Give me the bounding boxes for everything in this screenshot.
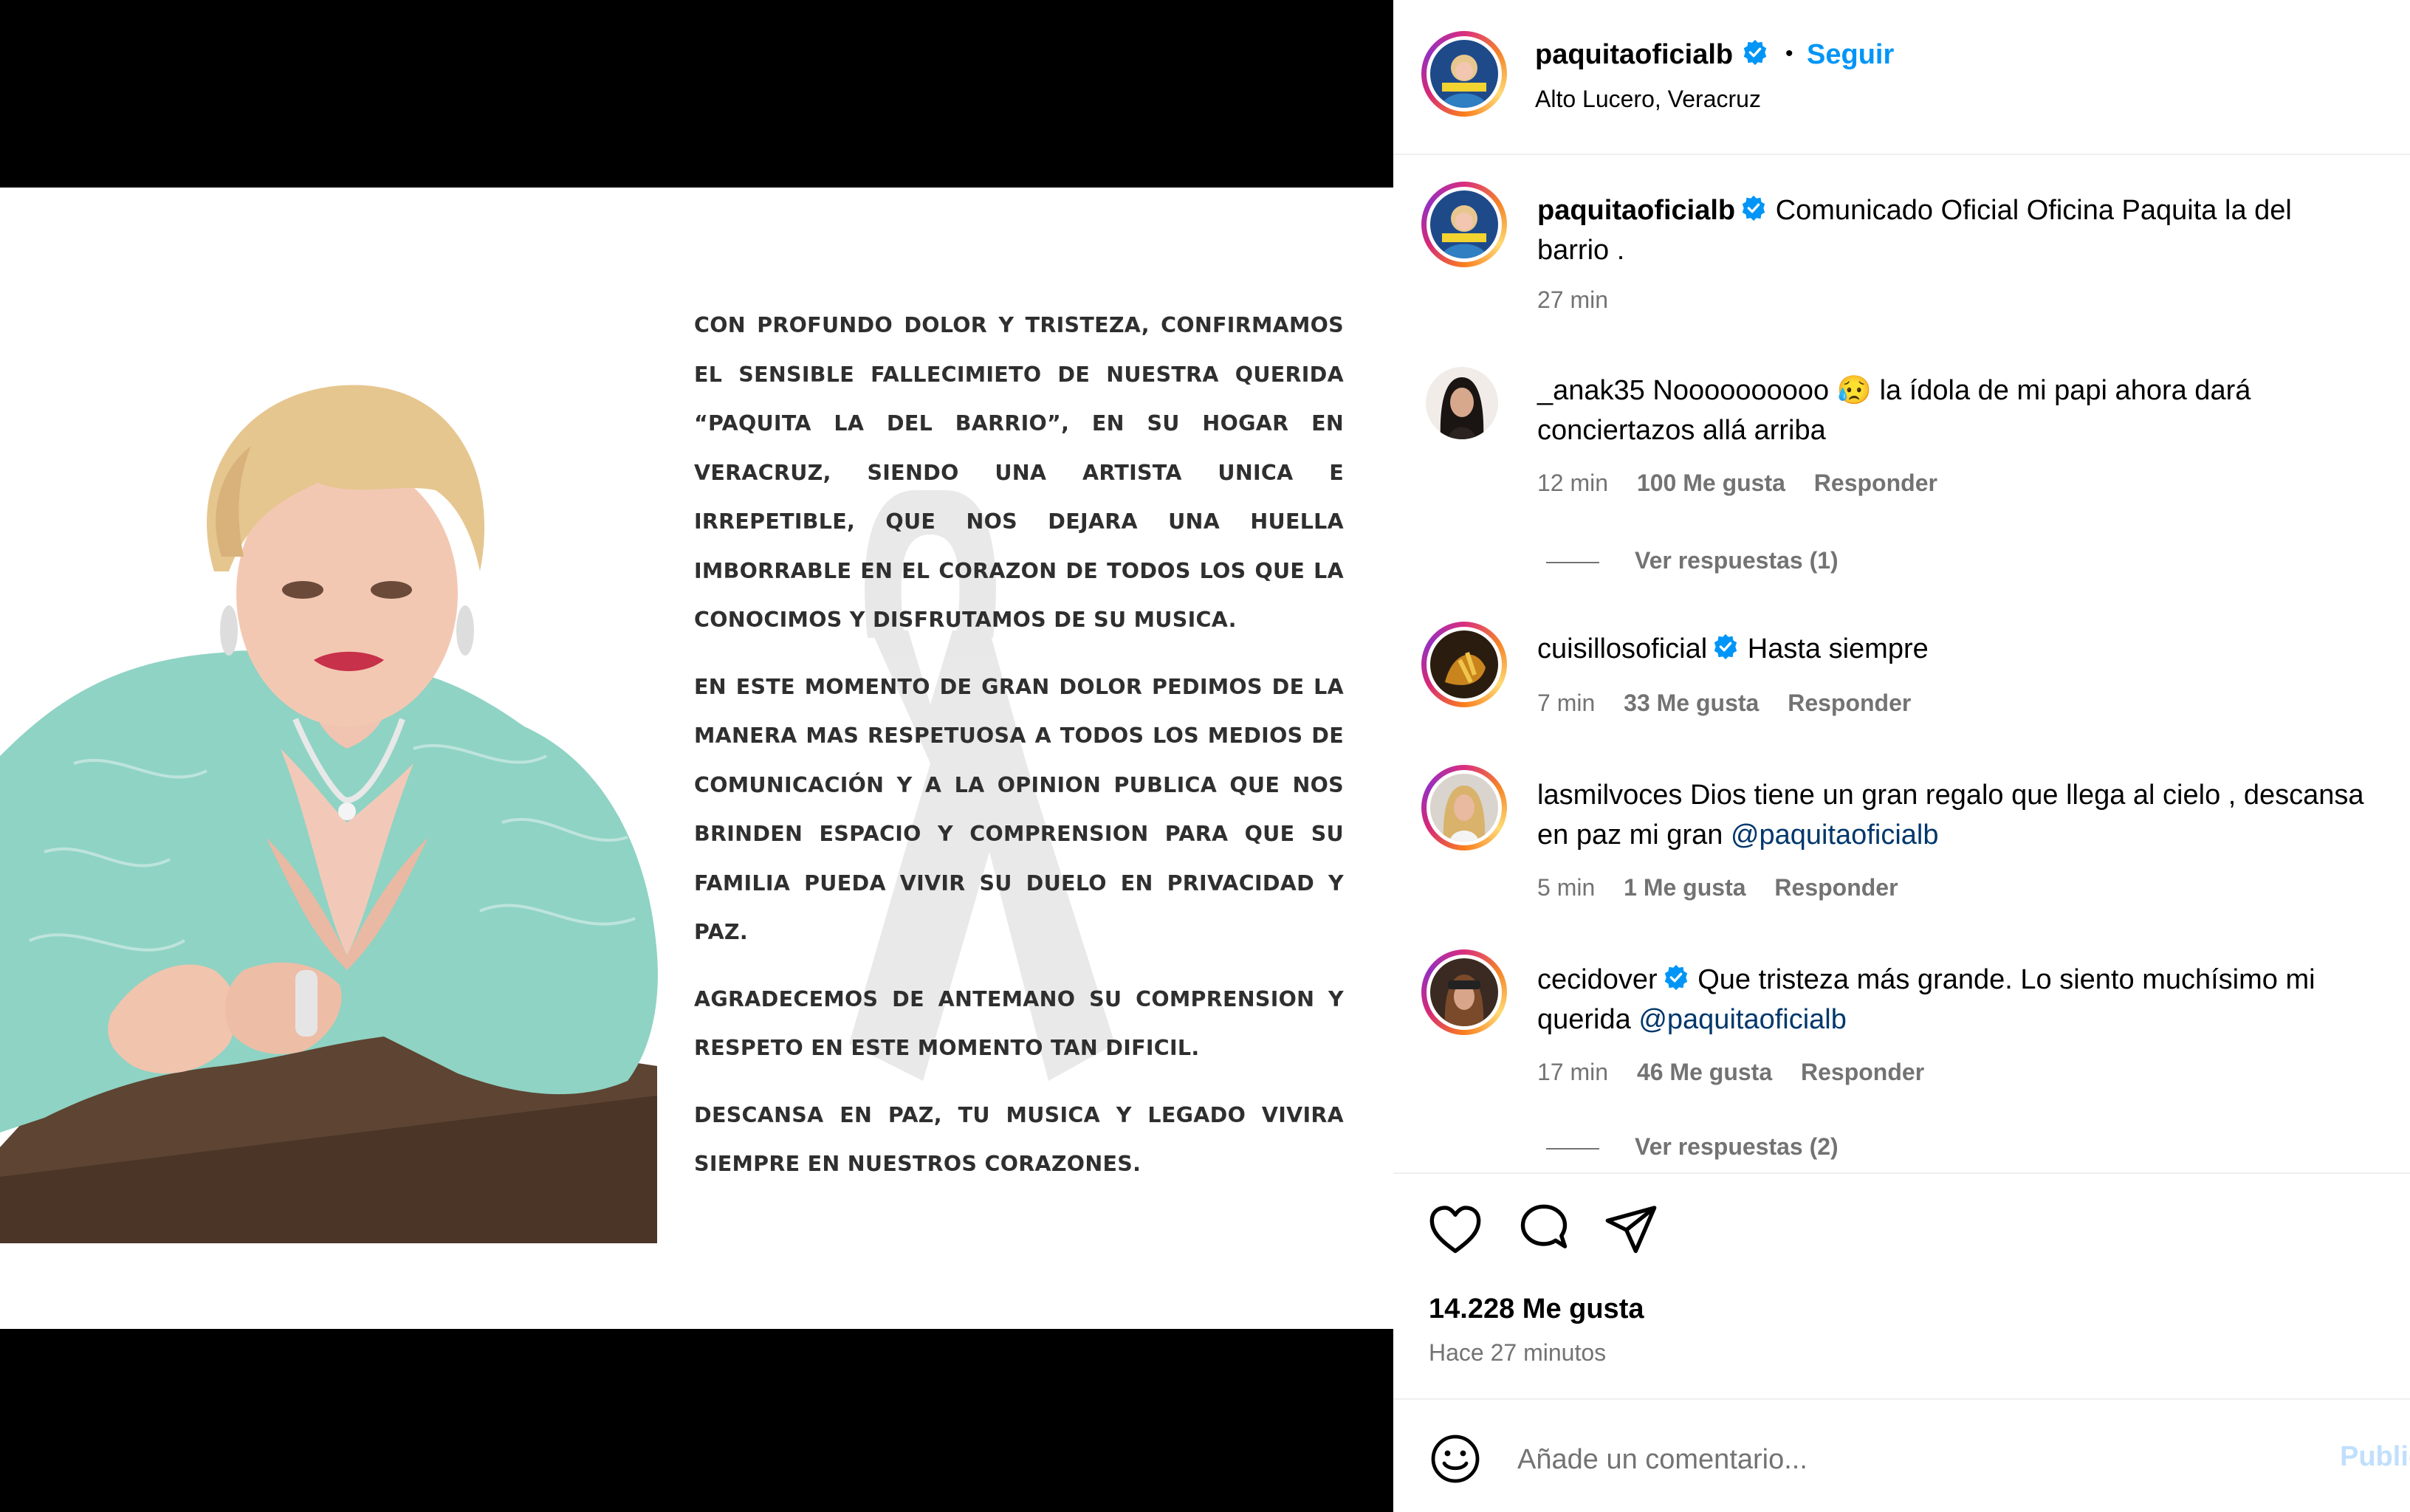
share-paper-plane-icon[interactable] bbox=[1603, 1202, 1659, 1258]
avatar-image bbox=[1430, 630, 1498, 698]
comment-input[interactable] bbox=[1516, 1437, 2257, 1482]
comment-time[interactable]: 7 min bbox=[1537, 690, 1595, 716]
post-header: paquitaoficialb • Seguir Alto Lucero, Ve… bbox=[1393, 0, 2410, 154]
caption-time[interactable]: 27 min bbox=[1537, 286, 1608, 313]
emoji-smiley-icon[interactable] bbox=[1429, 1432, 1482, 1485]
reply-button[interactable]: Responder bbox=[1801, 1059, 1924, 1085]
comment-avatar[interactable] bbox=[1421, 622, 1507, 707]
avatar-image bbox=[1430, 774, 1498, 842]
header-location[interactable]: Alto Lucero, Veracruz bbox=[1535, 86, 1761, 113]
comment-text-block: cecidover Que tristeza más grande. Lo si… bbox=[1537, 960, 2364, 1040]
comment-meta: 5 min 1 Me gusta Responder bbox=[1537, 874, 1920, 901]
comment-mention[interactable]: @paquitaoficialb bbox=[1731, 819, 1939, 850]
posted-time[interactable]: Hace 27 minutos bbox=[1429, 1339, 1606, 1367]
notice-paragraph-4: DESCANSA EN PAZ, TU MUSICA Y LEGADO VIVI… bbox=[694, 1102, 1344, 1177]
comment-meta: 7 min 33 Me gusta Responder bbox=[1537, 690, 1933, 717]
notice-paragraph-1: CON PROFUNDO DOLOR Y TRISTEZA, CONFIRMAM… bbox=[694, 313, 1344, 632]
header-divider bbox=[1393, 154, 2410, 155]
likes-count[interactable]: 14.228 Me gusta bbox=[1429, 1293, 1644, 1325]
avatar-image bbox=[1430, 190, 1498, 258]
post-side-panel: paquitaoficialb • Seguir Alto Lucero, Ve… bbox=[1393, 0, 2410, 1512]
comment-avatar[interactable] bbox=[1426, 367, 1498, 439]
caption-meta: 27 min bbox=[1537, 286, 1630, 314]
comment-username[interactable]: cecidover bbox=[1537, 964, 1658, 995]
notice-paragraph-3: AGRADECEMOS DE ANTEMANO SU COMPRENSION Y… bbox=[694, 986, 1344, 1061]
comment-meta: 12 min 100 Me gusta Responder bbox=[1537, 470, 1960, 497]
avatar-image bbox=[1426, 367, 1498, 439]
comment-mention[interactable]: @paquitaoficialb bbox=[1638, 1004, 1847, 1035]
verified-badge-icon bbox=[1743, 39, 1766, 66]
caption-username[interactable]: paquitaoficialb bbox=[1537, 195, 1735, 226]
header-separator: • bbox=[1785, 41, 1793, 66]
follow-button[interactable]: Seguir bbox=[1807, 39, 1894, 70]
comment-time[interactable]: 5 min bbox=[1537, 874, 1595, 901]
like-heart-icon[interactable] bbox=[1427, 1202, 1483, 1258]
comment-likes[interactable]: 1 Me gusta bbox=[1624, 874, 1745, 901]
comment-text-block: lasmilvoces Dios tiene un gran regalo qu… bbox=[1537, 775, 2364, 855]
comment-avatar[interactable] bbox=[1421, 765, 1507, 850]
reply-button[interactable]: Responder bbox=[1814, 470, 1937, 496]
verified-badge-icon bbox=[1664, 964, 1687, 991]
comment-bubble-icon[interactable] bbox=[1516, 1202, 1572, 1258]
post-media: CON PROFUNDO DOLOR Y TRISTEZA, CONFIRMAM… bbox=[0, 0, 1393, 1512]
verified-badge-icon bbox=[1742, 195, 1765, 221]
comment-username[interactable]: lasmilvoces bbox=[1537, 780, 1682, 811]
comment-time[interactable]: 12 min bbox=[1537, 470, 1608, 496]
caption-text-block: paquitaoficialb Comunicado Oficial Ofici… bbox=[1537, 190, 2364, 270]
reply-button[interactable]: Responder bbox=[1774, 874, 1898, 901]
comment-username[interactable]: _anak35 bbox=[1537, 375, 1645, 406]
comment-username[interactable]: cuisillosoficial bbox=[1537, 633, 1707, 664]
caption-avatar[interactable] bbox=[1421, 182, 1507, 267]
comment-time[interactable]: 17 min bbox=[1537, 1059, 1608, 1085]
post-image: CON PROFUNDO DOLOR Y TRISTEZA, CONFIRMAM… bbox=[0, 188, 1393, 1329]
verified-badge-icon bbox=[1714, 633, 1737, 660]
comment-meta: 17 min 46 Me gusta Responder bbox=[1537, 1059, 1946, 1086]
reply-button[interactable]: Responder bbox=[1788, 690, 1911, 716]
comment-likes[interactable]: 33 Me gusta bbox=[1624, 690, 1759, 716]
avatar-image bbox=[1430, 40, 1498, 108]
header-avatar[interactable] bbox=[1421, 31, 1507, 117]
avatar-image bbox=[1430, 958, 1498, 1026]
replies-line bbox=[1546, 1148, 1599, 1150]
comment-text: Hasta siempre bbox=[1747, 633, 1929, 664]
header-username[interactable]: paquitaoficialb bbox=[1535, 39, 1733, 70]
publish-button[interactable]: Publicar bbox=[2340, 1441, 2410, 1473]
comment-likes[interactable]: 46 Me gusta bbox=[1637, 1059, 1772, 1085]
comment-input-divider bbox=[1393, 1398, 2410, 1400]
comment-likes[interactable]: 100 Me gusta bbox=[1637, 470, 1785, 496]
death-notice-text: CON PROFUNDO DOLOR Y TRISTEZA, CONFIRMAM… bbox=[694, 301, 1344, 1207]
view-replies-button[interactable]: Ver respuestas (2) bbox=[1635, 1133, 1839, 1161]
actions-divider bbox=[1393, 1172, 2410, 1174]
comment-text-block: _anak35 Noooooooooo 😥 la ídola de mi pap… bbox=[1537, 371, 2364, 450]
comment-text-block: cuisillosoficial Hasta siempre bbox=[1537, 629, 2364, 669]
comment-avatar[interactable] bbox=[1421, 949, 1507, 1035]
replies-line bbox=[1546, 562, 1599, 563]
notice-paragraph-2: EN ESTE MOMENTO DE GRAN DOLOR PEDIMOS DE… bbox=[694, 674, 1344, 945]
view-replies-button[interactable]: Ver respuestas (1) bbox=[1635, 547, 1839, 574]
